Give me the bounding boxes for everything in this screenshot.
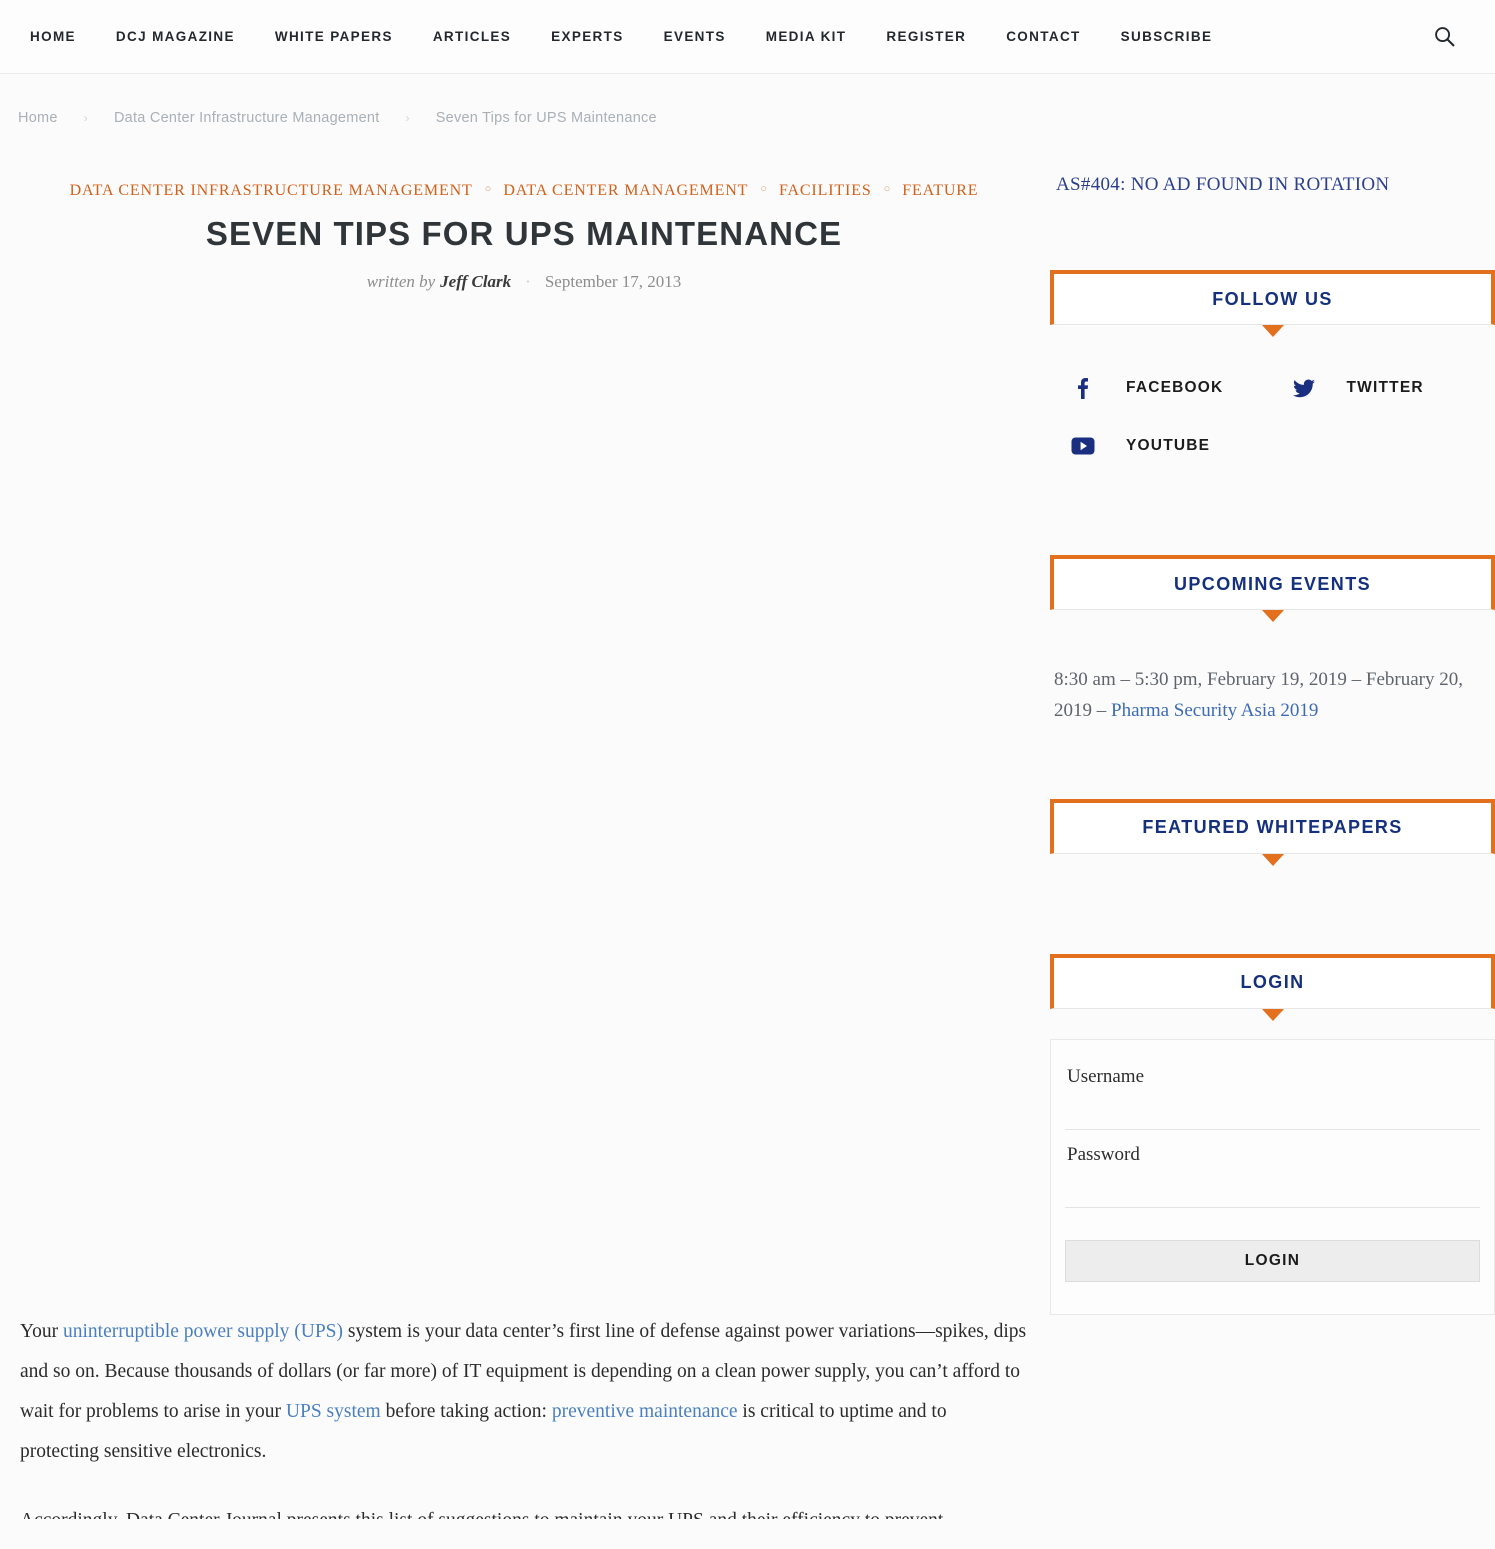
category-separator: ○ bbox=[884, 183, 891, 195]
article-paragraph-2: Accordingly, Data Center Journal present… bbox=[20, 1501, 1028, 1519]
category-link-dcm[interactable]: DATA CENTER MANAGEMENT bbox=[503, 182, 748, 200]
widget-header-featured-whitepapers: FEATURED WHITEPAPERS bbox=[1050, 799, 1495, 854]
widget-login: LOGIN Username Password LOGIN bbox=[1050, 954, 1495, 1315]
link-preventive-maintenance[interactable]: preventive maintenance bbox=[552, 1401, 738, 1422]
sidebar-spacer bbox=[1050, 727, 1495, 799]
widget-header-box: LOGIN bbox=[1050, 954, 1495, 1009]
ad-rotation-notice: AS#404: NO AD FOUND IN ROTATION bbox=[1056, 174, 1495, 196]
twitter-icon bbox=[1287, 375, 1321, 401]
article-content: DATA CENTER INFRASTRUCTURE MANAGEMENT ○ … bbox=[18, 126, 1030, 1549]
social-label: YOUTUBE bbox=[1126, 437, 1210, 455]
nav-item-home[interactable]: HOME bbox=[24, 29, 96, 44]
widget-title: UPCOMING EVENTS bbox=[1174, 574, 1371, 595]
nav-item-dcj-magazine[interactable]: DCJ MAGAZINE bbox=[96, 29, 255, 44]
username-field-group: Username bbox=[1065, 1066, 1480, 1130]
featured-image-placeholder bbox=[18, 292, 1030, 1312]
nav-item-experts[interactable]: EXPERTS bbox=[531, 29, 643, 44]
author-link[interactable]: Jeff Clark bbox=[440, 272, 511, 292]
social-link-twitter[interactable]: TWITTER bbox=[1273, 375, 1495, 401]
widget-header-box: UPCOMING EVENTS bbox=[1050, 555, 1495, 610]
username-input[interactable] bbox=[1065, 1096, 1480, 1130]
category-separator: ○ bbox=[760, 183, 767, 195]
widget-header-box: FEATURED WHITEPAPERS bbox=[1050, 799, 1495, 854]
breadcrumb-separator: › bbox=[405, 111, 409, 125]
nav-list: HOME DCJ MAGAZINE WHITE PAPERS ARTICLES … bbox=[24, 29, 1427, 44]
event-item: 8:30 am – 5:30 pm, February 19, 2019 – F… bbox=[1054, 664, 1493, 727]
social-links-grid: FACEBOOK TWITTER bbox=[1050, 347, 1495, 491]
chevron-down-icon bbox=[1262, 325, 1284, 337]
social-link-youtube[interactable]: YOUTUBE bbox=[1050, 433, 1273, 459]
chevron-down-icon bbox=[1262, 854, 1284, 866]
article-category-list: DATA CENTER INFRASTRUCTURE MANAGEMENT ○ … bbox=[18, 182, 1030, 200]
page-layout: DATA CENTER INFRASTRUCTURE MANAGEMENT ○ … bbox=[0, 126, 1495, 1549]
widget-upcoming-events: UPCOMING EVENTS 8:30 am – 5:30 pm, Febru… bbox=[1050, 555, 1495, 727]
widget-title: FEATURED WHITEPAPERS bbox=[1142, 817, 1402, 838]
nav-item-articles[interactable]: ARTICLES bbox=[413, 29, 531, 44]
social-label: FACEBOOK bbox=[1126, 379, 1223, 397]
paragraph-text: before taking action: bbox=[381, 1401, 552, 1422]
category-link-dcim[interactable]: DATA CENTER INFRASTRUCTURE MANAGEMENT bbox=[70, 182, 473, 200]
nav-item-events[interactable]: EVENTS bbox=[644, 29, 746, 44]
social-link-facebook[interactable]: FACEBOOK bbox=[1050, 375, 1273, 401]
events-list: 8:30 am – 5:30 pm, February 19, 2019 – F… bbox=[1050, 632, 1495, 727]
chevron-down-icon bbox=[1262, 1009, 1284, 1021]
login-button[interactable]: LOGIN bbox=[1065, 1240, 1480, 1282]
main-navigation: HOME DCJ MAGAZINE WHITE PAPERS ARTICLES … bbox=[0, 0, 1495, 74]
breadcrumb-separator: › bbox=[84, 111, 88, 125]
widget-header-follow-us: FOLLOW US bbox=[1050, 270, 1495, 325]
username-label: Username bbox=[1067, 1066, 1480, 1088]
widget-header-box: FOLLOW US bbox=[1050, 270, 1495, 325]
category-link-facilities[interactable]: FACILITIES bbox=[779, 182, 872, 200]
article-byline: written by Jeff Clark · September 17, 20… bbox=[18, 272, 1030, 292]
link-uninterruptible-power-supply[interactable]: uninterruptible power supply (UPS) bbox=[63, 1321, 343, 1342]
youtube-icon bbox=[1066, 433, 1100, 459]
chevron-down-icon bbox=[1262, 610, 1284, 622]
widget-follow-us: FOLLOW US FACEBOOK bbox=[1050, 270, 1495, 491]
category-separator: ○ bbox=[485, 183, 492, 195]
nav-item-white-papers[interactable]: WHITE PAPERS bbox=[255, 29, 413, 44]
sidebar: AS#404: NO AD FOUND IN ROTATION FOLLOW U… bbox=[1050, 126, 1495, 1315]
breadcrumb-item-home[interactable]: Home bbox=[18, 110, 58, 126]
login-form: Username Password LOGIN bbox=[1050, 1039, 1495, 1315]
password-field-group: Password bbox=[1065, 1144, 1480, 1208]
paragraph-text: Your bbox=[20, 1321, 63, 1342]
facebook-icon bbox=[1066, 375, 1100, 401]
category-link-feature[interactable]: FEATURE bbox=[902, 182, 978, 200]
article-body: Your uninterruptible power supply (UPS) … bbox=[18, 1312, 1030, 1520]
sidebar-spacer bbox=[1050, 491, 1495, 555]
link-ups-system[interactable]: UPS system bbox=[286, 1401, 381, 1422]
article-paragraph-1: Your uninterruptible power supply (UPS) … bbox=[20, 1312, 1028, 1472]
widget-title: LOGIN bbox=[1241, 972, 1305, 993]
widget-header-upcoming-events: UPCOMING EVENTS bbox=[1050, 555, 1495, 610]
written-by-label: written by bbox=[367, 272, 435, 292]
publish-date: September 17, 2013 bbox=[545, 272, 681, 292]
social-label: TWITTER bbox=[1347, 379, 1424, 397]
nav-item-contact[interactable]: CONTACT bbox=[986, 29, 1100, 44]
password-label: Password bbox=[1067, 1144, 1480, 1166]
nav-item-register[interactable]: REGISTER bbox=[866, 29, 986, 44]
nav-item-media-kit[interactable]: MEDIA KIT bbox=[746, 29, 867, 44]
event-link[interactable]: Pharma Security Asia 2019 bbox=[1111, 700, 1318, 721]
page-title: SEVEN TIPS FOR UPS MAINTENANCE bbox=[18, 214, 1030, 254]
breadcrumb-item-current: Seven Tips for UPS Maintenance bbox=[436, 110, 657, 126]
search-icon[interactable] bbox=[1427, 20, 1461, 54]
sidebar-spacer bbox=[1050, 876, 1495, 954]
byline-separator: · bbox=[525, 272, 531, 292]
breadcrumb-item-category[interactable]: Data Center Infrastructure Management bbox=[114, 110, 380, 126]
widget-title: FOLLOW US bbox=[1212, 289, 1333, 310]
nav-item-subscribe[interactable]: SUBSCRIBE bbox=[1101, 29, 1233, 44]
widget-featured-whitepapers: FEATURED WHITEPAPERS bbox=[1050, 799, 1495, 854]
breadcrumb: Home › Data Center Infrastructure Manage… bbox=[0, 74, 1495, 126]
widget-header-login: LOGIN bbox=[1050, 954, 1495, 1009]
password-input[interactable] bbox=[1065, 1174, 1480, 1208]
article-header: DATA CENTER INFRASTRUCTURE MANAGEMENT ○ … bbox=[18, 126, 1030, 292]
